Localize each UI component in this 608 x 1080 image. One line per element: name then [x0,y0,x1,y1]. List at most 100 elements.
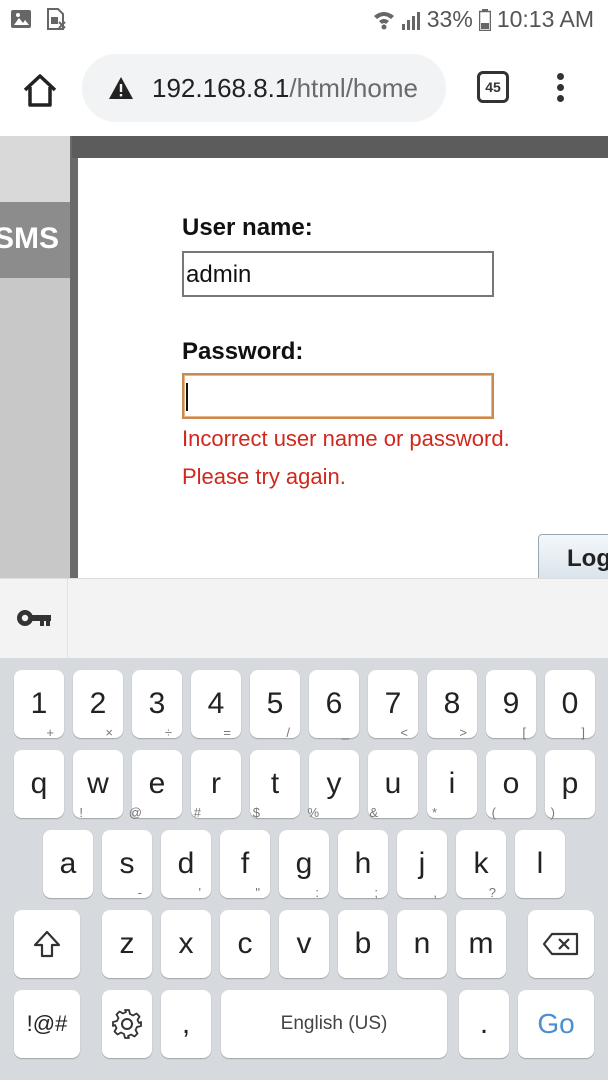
home-icon[interactable] [20,70,60,110]
key-alt-char: × [105,725,113,740]
key-a[interactable]: ! a [43,806,93,898]
key-alt-char: ; [374,885,378,900]
login-button[interactable]: Log [538,534,608,578]
battery-percent: 33% [426,6,473,32]
key-z[interactable]: -z [102,886,152,978]
key-alt-char: ? [488,885,496,900]
key-k[interactable]: (k [456,806,506,898]
key-g[interactable]: % g [279,806,329,898]
key-alt-char: : [315,885,319,900]
password-manager-key-button[interactable] [0,579,68,659]
key-alt-char: # [193,805,201,820]
key-char: r [211,767,221,800]
key-x[interactable]: ' x [161,886,211,978]
key-char: j [418,847,426,880]
key-4[interactable]: 4 [191,670,241,738]
key-j[interactable]: * j [397,806,447,898]
settings-key[interactable] [102,990,152,1058]
key-char: h [354,847,372,880]
username-input[interactable]: admin [182,251,494,297]
page-header-strip [72,136,608,158]
login-button-label: Log [567,545,608,572]
password-label: Password: [182,338,304,365]
key-l[interactable]: ) l [515,806,565,898]
wifi-icon [373,11,394,29]
key-d[interactable]: # d [161,806,211,898]
clock: 10:13 AM [496,6,594,32]
backspace-key[interactable] [528,910,594,978]
key-char: v [296,927,312,960]
key-char: m [468,927,494,960]
key-f[interactable]: $ f [220,806,270,898]
shift-icon [33,930,61,958]
key-char: t [270,767,280,800]
key-m[interactable]: ? m [456,886,506,978]
browser-toolbar: 192.168.8.1/html/home 45 [0,40,608,136]
key-char: z [119,927,135,960]
key-alt-char: ÷ [164,725,172,740]
on-screen-keyboard: 1 2 3 4 5 6 7 8 9 0 + q × w ÷ e = r / t _ y < u… [0,578,608,1080]
key-9[interactable]: 9 [486,670,536,738]
key-char: u [384,767,402,800]
space-bar[interactable]: English (US) [221,990,447,1058]
key-char: n [413,927,431,960]
key-q[interactable]: + q [14,726,64,818]
key-char: p [561,767,579,800]
key-char: e [148,767,166,800]
key-alt-char: ( [491,805,496,820]
key-1[interactable]: 1 [14,670,64,738]
tab-switcher-button[interactable]: 45 [477,71,509,103]
backspace-icon [542,932,579,956]
key-char: f [240,847,250,880]
key-alt-char: @ [128,805,142,820]
key-h[interactable]: & h [338,806,388,898]
key-5[interactable]: 5 [250,670,300,738]
error-message-line2: Please try again. [182,464,346,489]
username-label: User name: [182,214,313,241]
key-s[interactable]: @ s [102,806,152,898]
key-c[interactable]: " c [220,886,270,978]
gear-icon [112,1009,142,1039]
text-cursor [186,383,188,411]
key-8[interactable]: 8 [427,670,477,738]
key-7[interactable]: 7 [368,670,418,738]
key-char: q [30,767,48,800]
key-alt-char: _ [341,725,349,740]
key-char: s [119,847,135,880]
key-char: a [59,847,77,880]
key-alt-char: ! [79,805,83,820]
key-char: k [473,847,489,880]
not-secure-warning-icon[interactable] [108,76,134,100]
web-page: SMS User name: admin Password: Incorrect… [0,136,608,578]
overflow-menu-icon[interactable] [550,70,570,106]
url-text[interactable]: 192.168.8.1/html/home [152,73,418,104]
key-char: d [177,847,195,880]
key-2[interactable]: 2 [73,670,123,738]
period-key[interactable]: . [459,990,509,1058]
url-host: 192.168.8.1 [152,73,290,103]
key-char: x [178,927,194,960]
key-3[interactable]: 3 [132,670,182,738]
side-nav: SMS [0,136,72,578]
key-v[interactable]: :v [279,886,329,978]
keyboard-keys: 1 2 3 4 5 6 7 8 9 0 + q × w ÷ e = r / t _ y < u… [0,658,608,1080]
symbols-key[interactable]: !@# [14,990,80,1058]
key-char: l [536,847,544,880]
key-6[interactable]: 6 [309,670,359,738]
key-alt-char: / [286,725,290,740]
key-alt-char: [ [522,725,526,740]
side-tab-sms[interactable]: SMS [0,202,72,278]
status-bar: 33% 10:13 AM [0,0,608,40]
password-input[interactable] [182,373,494,419]
key-b[interactable]: ; b [338,886,388,978]
shift-key[interactable] [14,910,80,978]
keyboard-suggestion-bar [0,578,608,659]
key-alt-char: , [433,885,437,900]
address-bar[interactable]: 192.168.8.1/html/home [82,54,446,122]
key-alt-char: * [431,805,437,820]
battery-icon [478,8,491,31]
key-0[interactable]: 0 [545,670,595,738]
key-n[interactable]: ,n [397,886,447,978]
go-key[interactable]: Go [518,990,594,1058]
comma-key[interactable]: , [161,990,211,1058]
